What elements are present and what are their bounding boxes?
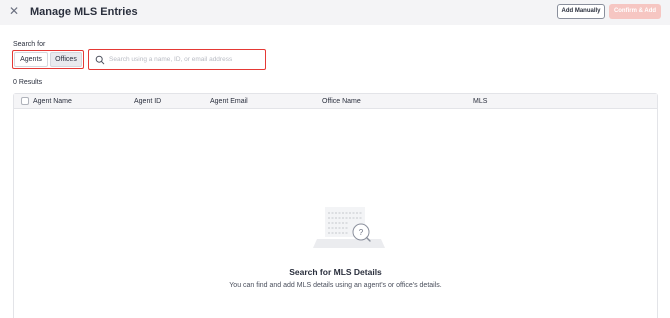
search-for-label: Search for	[13, 41, 46, 48]
close-icon[interactable]: ✕	[8, 4, 20, 18]
svg-text:?: ?	[359, 228, 364, 237]
add-manually-button[interactable]: Add Manually	[557, 4, 605, 19]
toggle-agents[interactable]: Agents	[14, 52, 48, 67]
search-input[interactable]	[109, 56, 259, 63]
results-table: Agent Name Agent ID Agent Email Office N…	[13, 93, 658, 318]
results-count: 0 Results	[13, 79, 43, 86]
modal-header: ✕ Manage MLS Entries Add Manually Confir…	[0, 0, 670, 25]
empty-state-subtitle: You can find and add MLS details using a…	[229, 282, 442, 289]
confirm-add-button[interactable]: Confirm & Add	[609, 4, 661, 19]
toggle-offices[interactable]: Offices	[50, 52, 82, 67]
empty-search-illustration: ?	[313, 207, 385, 248]
empty-state-title: Search for MLS Details	[289, 267, 382, 277]
select-all-checkbox[interactable]	[21, 97, 29, 105]
column-agent-name[interactable]: Agent Name	[33, 94, 72, 109]
page-title: Manage MLS Entries	[30, 6, 138, 18]
search-icon	[95, 55, 105, 64]
column-agent-email[interactable]: Agent Email	[210, 94, 248, 109]
column-office-name[interactable]: Office Name	[322, 94, 361, 109]
column-agent-id[interactable]: Agent ID	[134, 94, 161, 109]
table-header: Agent Name Agent ID Agent Email Office N…	[14, 94, 657, 109]
column-mls[interactable]: MLS	[473, 94, 487, 109]
search-field	[88, 49, 266, 70]
search-type-toggle: Agents Offices	[12, 50, 84, 69]
